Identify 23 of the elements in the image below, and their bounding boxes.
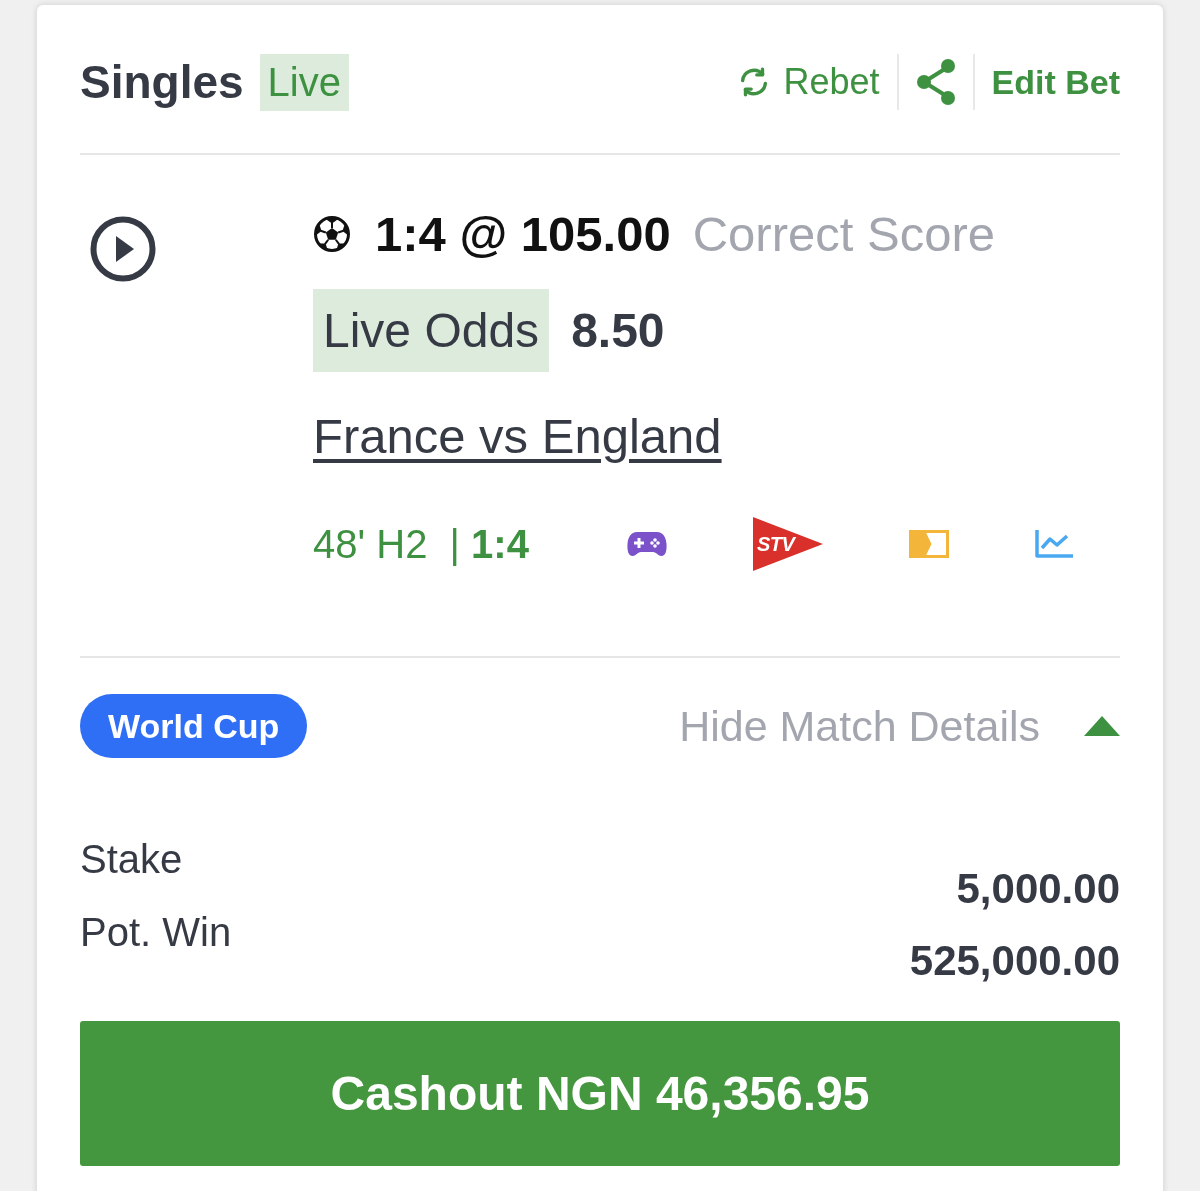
line-chart-icon[interactable] bbox=[1035, 530, 1073, 558]
selection-pick: 1:4 @ 105.00 bbox=[375, 209, 671, 259]
edit-bet-button[interactable]: Edit Bet bbox=[991, 65, 1120, 99]
summary-label: Pot. Win bbox=[80, 909, 232, 956]
competition-tag: World Cup bbox=[80, 694, 308, 758]
match-link[interactable]: France vs England bbox=[313, 411, 722, 461]
stv-logo-button[interactable]: STV bbox=[753, 517, 823, 571]
live-odds-value: 8.50 bbox=[571, 306, 665, 355]
cashout-button[interactable]: Cashout NGN 46,356.95 bbox=[80, 1021, 1120, 1166]
share-icon[interactable] bbox=[915, 59, 956, 105]
live-odds-badge: Live Odds bbox=[313, 289, 550, 372]
summary-value: 5,000.00 bbox=[956, 865, 1120, 913]
summary-value: 525,000.00 bbox=[909, 937, 1120, 985]
summary-label: Stake bbox=[80, 836, 184, 883]
gamepad-icon[interactable] bbox=[627, 531, 667, 557]
rebet-button[interactable]: Rebet bbox=[737, 64, 880, 100]
market-name: Correct Score bbox=[692, 209, 995, 259]
toggle-details-button[interactable]: Hide Match Details bbox=[679, 704, 1040, 748]
collapse-triangle-icon[interactable] bbox=[1084, 716, 1120, 736]
match-status: 48' H2 | 1:4 bbox=[313, 521, 529, 566]
play-icon[interactable] bbox=[90, 216, 156, 282]
soccer-ball-icon bbox=[313, 215, 351, 253]
live-badge: Live bbox=[259, 53, 349, 111]
